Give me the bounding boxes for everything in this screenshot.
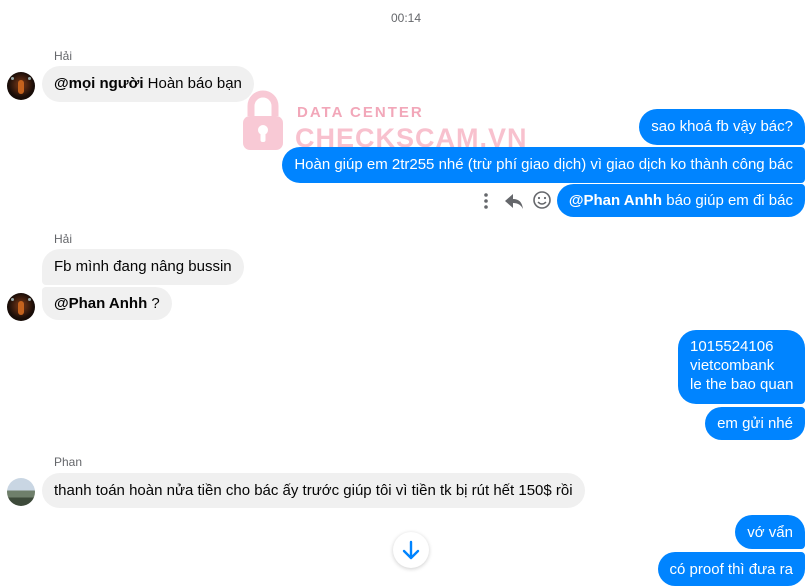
message-text: báo giúp em đi bác (666, 192, 793, 209)
avatar[interactable] (7, 478, 35, 506)
sender-name: Phan (54, 455, 83, 469)
more-vertical-icon[interactable] (477, 191, 495, 211)
message-bubble[interactable]: @Phan Anhh báo giúp em đi bác (556, 184, 805, 217)
message-bubble[interactable]: @Phan Anhh ? (42, 287, 172, 320)
message-bubble[interactable]: Fb mình đang nâng bussin (42, 249, 244, 285)
mention[interactable]: @mọi người (54, 75, 143, 92)
message-text-line: 1015524106 (690, 338, 774, 355)
message-bubble[interactable]: 1015524106 vietcombank le the bao quan (678, 330, 805, 404)
message-text-line: vietcombank (690, 357, 775, 374)
message-bubble[interactable]: @mọi người Hoàn báo bạn (42, 66, 254, 102)
message-bubble[interactable]: sao khoá fb vậy bác? (639, 109, 805, 145)
mention[interactable]: @Phan Anhh (54, 295, 147, 312)
message-text: Hoàn báo bạn (147, 75, 242, 92)
message-bubble[interactable]: vớ vẩn (735, 515, 805, 549)
scroll-to-bottom-button[interactable] (393, 532, 429, 568)
message-text: ? (151, 295, 160, 312)
lock-icon (241, 90, 285, 156)
avatar[interactable] (7, 72, 35, 100)
message-text-line: le the bao quan (690, 376, 794, 393)
timestamp: 00:14 (390, 11, 422, 25)
message-bubble[interactable]: thanh toán hoàn nửa tiền cho bác ấy trướ… (42, 473, 585, 508)
smiley-icon[interactable] (532, 190, 552, 210)
mention[interactable]: @Phan Anhh (569, 192, 662, 209)
reply-icon[interactable] (503, 191, 525, 211)
message-bubble[interactable]: em gửi nhé (705, 407, 805, 440)
sender-name: Hải (54, 232, 73, 246)
sender-name: Hải (54, 49, 73, 63)
watermark-line1: DATA CENTER (297, 104, 424, 121)
message-bubble[interactable]: Hoàn giúp em 2tr255 nhé (trừ phí giao dị… (282, 147, 805, 183)
arrow-down-icon (402, 540, 420, 560)
message-bubble[interactable]: có proof thì đưa ra (657, 552, 805, 586)
avatar[interactable] (7, 293, 35, 321)
